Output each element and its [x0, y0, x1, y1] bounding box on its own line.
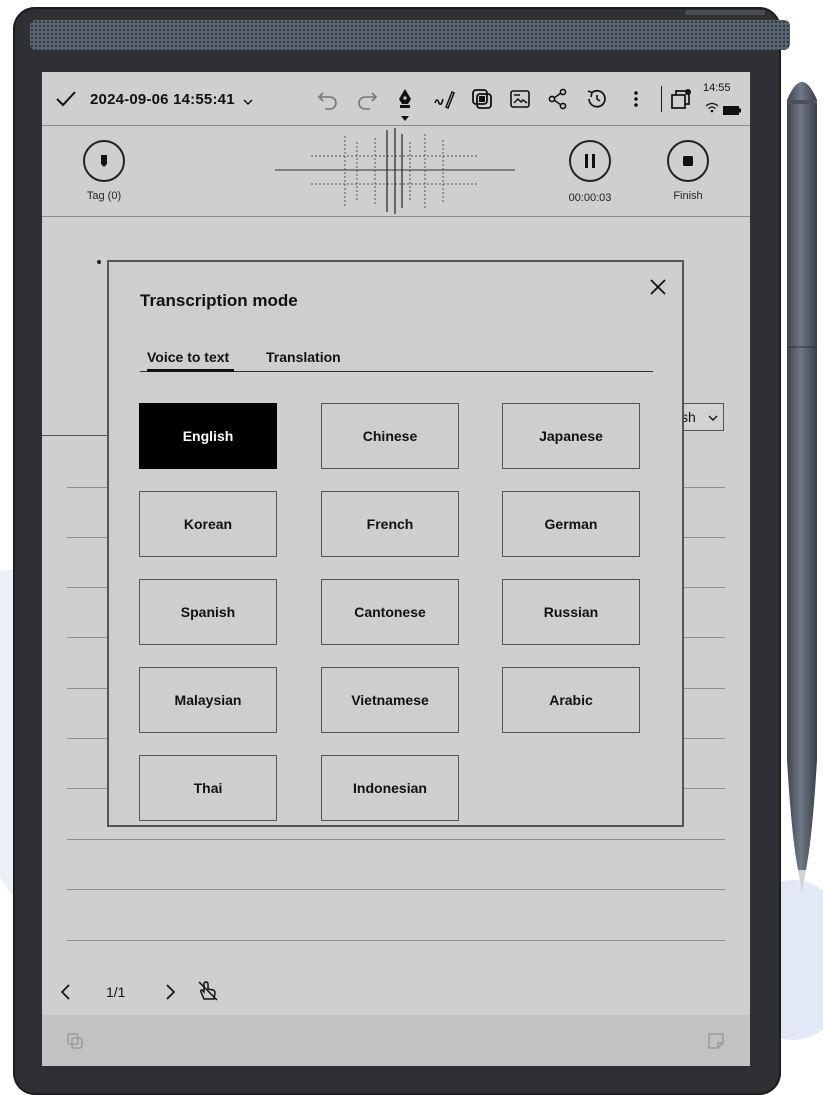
- language-option-english[interactable]: English: [139, 403, 277, 469]
- language-option-japanese[interactable]: Japanese: [502, 403, 640, 469]
- language-option-russian[interactable]: Russian: [502, 579, 640, 645]
- touch-lock-icon[interactable]: [196, 979, 220, 1003]
- status-clock: 14:55: [703, 82, 731, 94]
- dialog-title: Transcription mode: [140, 291, 298, 310]
- history-icon[interactable]: [585, 87, 609, 111]
- system-bottom-bar: [42, 1015, 750, 1066]
- prev-page-icon[interactable]: [58, 982, 74, 1002]
- recording-timer: 00:00:03: [568, 192, 612, 204]
- language-option-vietnamese[interactable]: Vietnamese: [321, 667, 459, 733]
- language-option-german[interactable]: German: [502, 491, 640, 557]
- undo-icon[interactable]: [316, 87, 340, 111]
- pause-button[interactable]: [569, 140, 611, 182]
- window-icon[interactable]: [669, 87, 693, 111]
- wifi-icon: [705, 100, 719, 113]
- tag-button[interactable]: [83, 140, 125, 182]
- power-button[interactable]: [685, 10, 765, 15]
- language-option-malaysian[interactable]: Malaysian: [139, 667, 277, 733]
- transcription-mode-dialog: Transcription mode Voice to text Transla…: [107, 260, 684, 827]
- screen: 2024-09-06 14:55:41 14:55 Tag (0) 00:00:…: [42, 72, 750, 1066]
- language-option-indonesian[interactable]: Indonesian: [321, 755, 459, 821]
- redo-icon[interactable]: [355, 87, 379, 111]
- stylus: [787, 82, 817, 892]
- content-divider: [42, 435, 108, 436]
- check-icon[interactable]: [54, 89, 78, 109]
- language-option-spanish[interactable]: Spanish: [139, 579, 277, 645]
- layers-icon[interactable]: [66, 1032, 84, 1050]
- next-page-icon[interactable]: [162, 982, 178, 1002]
- language-option-cantonese[interactable]: Cantonese: [321, 579, 459, 645]
- battery-icon: [723, 102, 741, 115]
- finish-label: Finish: [673, 190, 703, 202]
- stop-icon: [683, 156, 693, 166]
- handwriting-icon[interactable]: [432, 87, 456, 111]
- active-tool-indicator: [401, 116, 409, 121]
- language-option-chinese[interactable]: Chinese: [321, 403, 459, 469]
- device-grille: [30, 20, 790, 50]
- sticky-note-icon[interactable]: [707, 1032, 725, 1050]
- toolbar-divider: [661, 86, 662, 112]
- language-option-korean[interactable]: Korean: [139, 491, 277, 557]
- recording-bar: Tag (0) 00:00:03 Finish: [42, 126, 750, 217]
- ruled-line: [67, 839, 725, 840]
- tag-icon: [101, 155, 107, 167]
- pause-icon: [585, 154, 595, 168]
- chevron-down-icon: [708, 415, 718, 421]
- chevron-down-icon[interactable]: [242, 94, 254, 105]
- tab-translation[interactable]: Translation: [266, 349, 341, 365]
- language-option-french[interactable]: French: [321, 491, 459, 557]
- list-bullet: [97, 260, 101, 264]
- active-tab-indicator: [147, 369, 234, 372]
- tag-count-label: Tag (0): [86, 190, 122, 202]
- top-toolbar: 2024-09-06 14:55:41 14:55: [42, 72, 750, 126]
- layers-icon[interactable]: [470, 87, 494, 111]
- ruled-line: [67, 940, 725, 941]
- note-datetime[interactable]: 2024-09-06 14:55:41: [90, 91, 235, 108]
- language-option-thai[interactable]: Thai: [139, 755, 277, 821]
- ruled-line: [67, 889, 725, 890]
- audio-waveform: [275, 128, 515, 214]
- close-icon[interactable]: [647, 276, 669, 298]
- pen-icon[interactable]: [393, 87, 417, 111]
- share-icon[interactable]: [546, 87, 570, 111]
- page-indicator: 1/1: [106, 984, 126, 1000]
- image-icon[interactable]: [508, 87, 532, 111]
- tab-voice-to-text[interactable]: Voice to text: [147, 349, 229, 365]
- language-option-arabic[interactable]: Arabic: [502, 667, 640, 733]
- more-icon[interactable]: [624, 87, 648, 111]
- finish-button[interactable]: [667, 140, 709, 182]
